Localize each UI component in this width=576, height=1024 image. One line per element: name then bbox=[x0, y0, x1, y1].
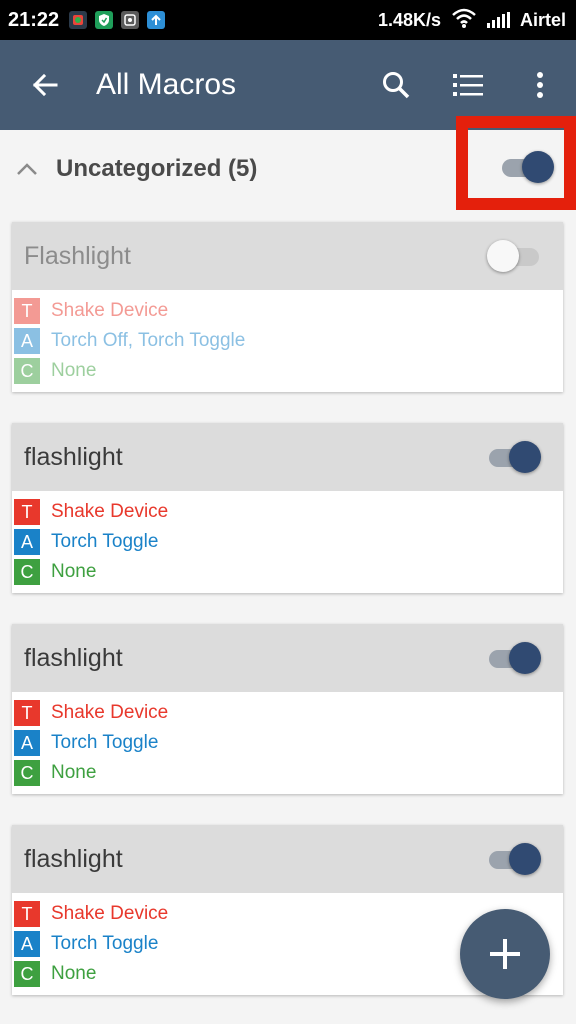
toggle-thumb bbox=[509, 843, 541, 875]
trigger-line: T Shake Device bbox=[14, 698, 563, 728]
action-line: A Torch Off, Torch Toggle bbox=[14, 326, 563, 356]
macro-name: flashlight bbox=[24, 643, 123, 672]
status-bar: 21:22 1.48K/s Airtel bbox=[0, 0, 576, 40]
action-badge: A bbox=[14, 328, 40, 354]
constraint-badge: C bbox=[14, 760, 40, 786]
net-speed: 1.48K/s bbox=[377, 9, 441, 30]
carrier-name: Airtel bbox=[519, 9, 566, 30]
back-button[interactable] bbox=[0, 40, 90, 130]
trigger-text: Shake Device bbox=[51, 903, 169, 924]
more-vert-icon bbox=[537, 72, 543, 98]
shield-icon bbox=[95, 11, 114, 29]
trigger-badge: T bbox=[14, 901, 40, 927]
category-toggle[interactable] bbox=[500, 150, 554, 184]
arrow-back-icon bbox=[32, 73, 58, 97]
macro-name: flashlight bbox=[24, 442, 123, 471]
action-text: Torch Toggle bbox=[51, 531, 159, 552]
toggle-thumb bbox=[487, 240, 519, 272]
toggle-thumb bbox=[509, 441, 541, 473]
constraint-text: None bbox=[51, 360, 97, 381]
app-notification-icon bbox=[69, 11, 88, 29]
signal-icon bbox=[486, 12, 510, 28]
wifi-icon bbox=[451, 8, 477, 33]
trigger-badge: T bbox=[14, 499, 40, 525]
constraint-text: None bbox=[51, 762, 97, 783]
chevron-up-icon bbox=[17, 163, 37, 175]
constraint-badge: C bbox=[14, 559, 40, 585]
trigger-text: Shake Device bbox=[51, 702, 169, 723]
trigger-text: Shake Device bbox=[51, 501, 169, 522]
constraint-text: None bbox=[51, 561, 97, 582]
action-text: Torch Toggle bbox=[51, 933, 159, 954]
macro-card-header: flashlight bbox=[12, 423, 563, 491]
action-text: Torch Off, Torch Toggle bbox=[51, 330, 246, 351]
upload-icon bbox=[147, 11, 166, 29]
page-title: All Macros bbox=[96, 68, 237, 101]
toggle-thumb bbox=[522, 151, 554, 183]
trigger-line: T Shake Device bbox=[14, 497, 563, 527]
macro-toggle[interactable] bbox=[487, 842, 541, 876]
macro-toggle[interactable] bbox=[487, 239, 541, 273]
action-text: Torch Toggle bbox=[51, 732, 159, 753]
trigger-badge: T bbox=[14, 700, 40, 726]
plus-icon bbox=[490, 939, 520, 969]
constraint-badge: C bbox=[14, 961, 40, 987]
constraint-text: None bbox=[51, 963, 97, 984]
list-icon bbox=[453, 74, 483, 96]
macro-card-header: flashlight bbox=[12, 624, 563, 692]
macro-card-header: Flashlight bbox=[12, 222, 563, 290]
constraint-line: C None bbox=[14, 758, 563, 788]
macro-toggle[interactable] bbox=[487, 440, 541, 474]
macro-card[interactable]: flashlight T Shake Device A Torch Toggle C… bbox=[12, 423, 563, 593]
constraint-badge: C bbox=[14, 358, 40, 384]
trigger-text: Shake Device bbox=[51, 300, 169, 321]
macro-name: flashlight bbox=[24, 844, 123, 873]
trigger-badge: T bbox=[14, 298, 40, 324]
search-icon bbox=[383, 72, 410, 99]
action-badge: A bbox=[14, 931, 40, 957]
status-time: 21:22 bbox=[8, 8, 60, 31]
action-line: A Torch Toggle bbox=[14, 728, 563, 758]
constraint-line: C None bbox=[14, 557, 563, 587]
constraint-line: C None bbox=[14, 356, 563, 386]
search-button[interactable] bbox=[360, 40, 432, 130]
toggle-thumb bbox=[509, 642, 541, 674]
action-badge: A bbox=[14, 730, 40, 756]
collapse-button[interactable] bbox=[2, 130, 52, 208]
add-macro-button[interactable] bbox=[460, 909, 550, 999]
macro-name: Flashlight bbox=[24, 241, 131, 270]
macro-card[interactable]: Flashlight T Shake Device A Torch Off, Tor… bbox=[12, 222, 563, 392]
macro-card[interactable]: flashlight T Shake Device A Torch Toggle C… bbox=[12, 624, 563, 794]
category-title: Uncategorized (5) bbox=[56, 155, 258, 182]
trigger-line: T Shake Device bbox=[14, 296, 563, 326]
action-badge: A bbox=[14, 529, 40, 555]
gallery-icon bbox=[121, 11, 140, 29]
macro-card-header: flashlight bbox=[12, 825, 563, 893]
action-line: A Torch Toggle bbox=[14, 527, 563, 557]
macro-toggle[interactable] bbox=[487, 641, 541, 675]
